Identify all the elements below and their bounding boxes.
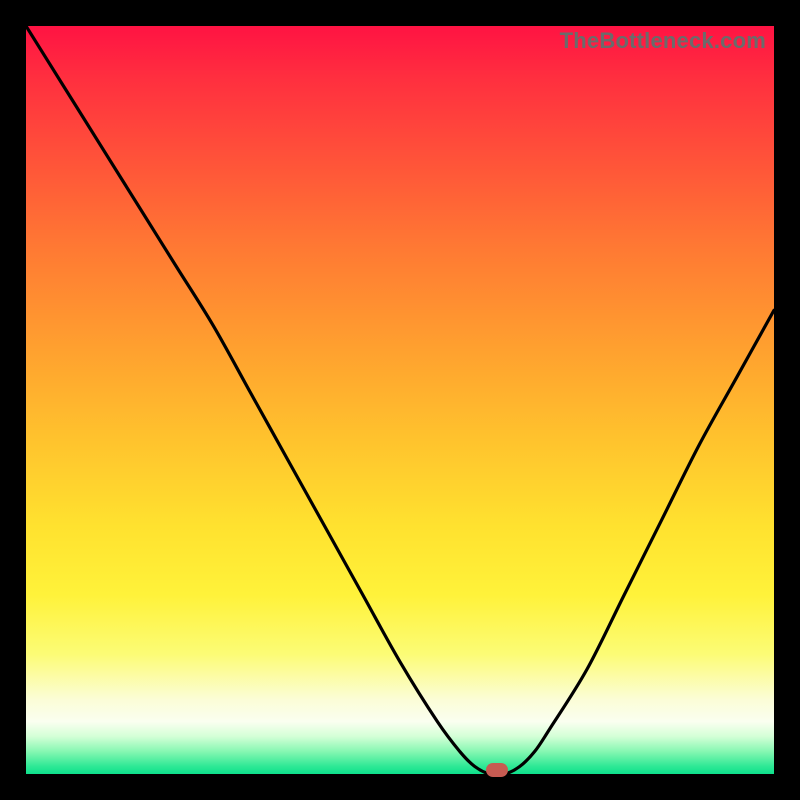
optimal-marker: [486, 763, 508, 777]
chart-frame: TheBottleneck.com: [0, 0, 800, 800]
bottleneck-curve: [26, 26, 774, 774]
plot-area: TheBottleneck.com: [26, 26, 774, 774]
